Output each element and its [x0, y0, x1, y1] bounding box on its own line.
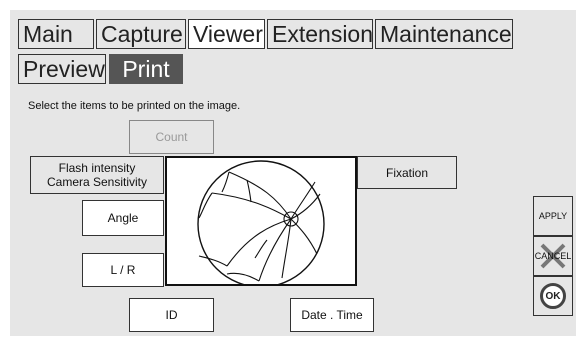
lr-option-button[interactable]: L / R: [82, 253, 164, 287]
tab-main[interactable]: Main: [18, 19, 94, 49]
id-option-button[interactable]: ID: [129, 298, 214, 332]
flash-camera-option-button[interactable]: Flash intensity Camera Sensitivity: [30, 156, 164, 194]
datetime-option-button[interactable]: Date . Time: [290, 298, 374, 332]
camera-sensitivity-label: Camera Sensitivity: [46, 175, 148, 189]
tab-maintenance[interactable]: Maintenance: [375, 19, 513, 49]
fundus-image: [197, 160, 325, 288]
print-preview-frame: [165, 156, 357, 288]
ok-label: OK: [545, 290, 561, 302]
cancel-button[interactable]: CANCEL: [533, 236, 573, 276]
tab-viewer[interactable]: Viewer: [188, 19, 265, 49]
subtab-print[interactable]: Print: [109, 54, 183, 84]
apply-label: APPLY: [538, 211, 568, 221]
subtab-preview[interactable]: Preview: [18, 54, 106, 84]
ok-icon: OK: [540, 283, 566, 309]
tab-capture[interactable]: Capture: [96, 19, 186, 49]
fixation-option-button[interactable]: Fixation: [357, 156, 457, 189]
apply-button[interactable]: APPLY: [533, 196, 573, 236]
cancel-label: CANCEL: [534, 251, 572, 261]
tab-extension[interactable]: Extension: [267, 19, 373, 49]
flash-intensity-label: Flash intensity: [58, 161, 136, 175]
instruction-text: Select the items to be printed on the im…: [28, 100, 241, 112]
angle-option-button[interactable]: Angle: [82, 200, 164, 236]
ok-button[interactable]: OK: [533, 276, 573, 316]
count-option-button[interactable]: Count: [129, 120, 214, 154]
